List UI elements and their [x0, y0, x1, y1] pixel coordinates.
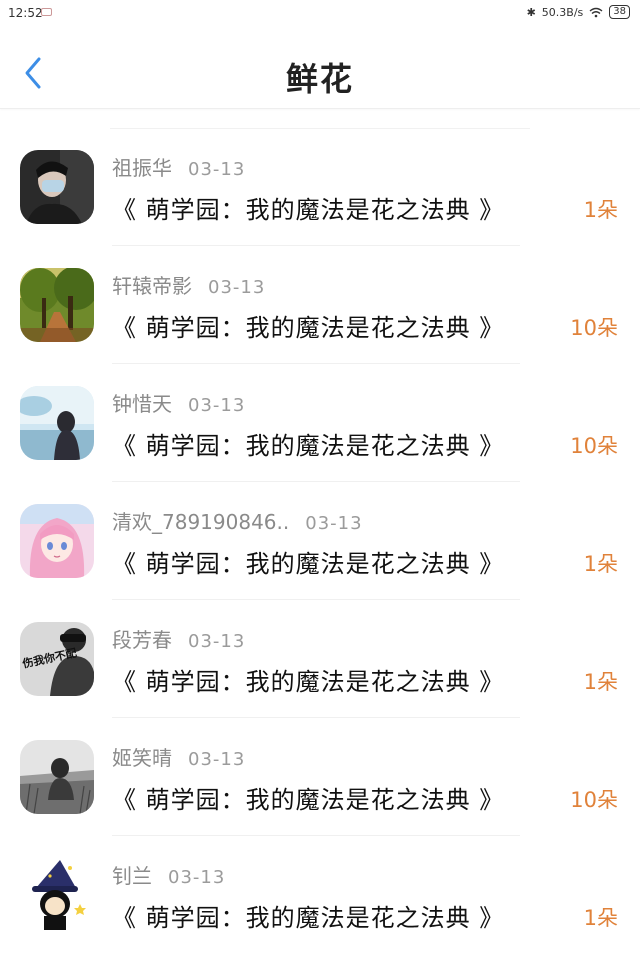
list-item[interactable]: 轩辕帝影 03-13 《 萌学园：我的魔法是花之法典 》 10朵: [0, 246, 640, 364]
user-name[interactable]: 祖振华: [112, 156, 172, 180]
record-date: 03-13: [188, 395, 246, 416]
list-item[interactable]: 伤我你不配 段芳春 03-13 《 萌学园：我的魔法是花之法典 》 1朵: [0, 600, 640, 718]
avatar[interactable]: 伤我你不配: [20, 622, 94, 696]
flower-amount: 10朵: [570, 316, 618, 340]
record-date: 03-13: [188, 159, 246, 180]
user-name[interactable]: 清欢_789190846..: [112, 510, 289, 534]
record-date: 03-13: [188, 631, 246, 652]
avatar[interactable]: [20, 740, 94, 814]
flower-amount: 1朵: [583, 670, 618, 694]
avatar[interactable]: [20, 504, 94, 578]
flower-amount: 1朵: [583, 906, 618, 930]
book-title[interactable]: 《 萌学园：我的魔法是花之法典 》: [112, 544, 504, 579]
avatar[interactable]: [20, 858, 94, 932]
book-title[interactable]: 《 萌学园：我的魔法是花之法典 》: [112, 662, 504, 697]
wifi-icon: [589, 7, 603, 17]
record-date: 03-13: [305, 513, 363, 534]
list-item[interactable]: 钊兰 03-13 《 萌学园：我的魔法是花之法典 》 1朵: [0, 836, 640, 954]
list-item[interactable]: 祖振华 03-13 《 萌学园：我的魔法是花之法典 》 1朵: [0, 128, 640, 246]
flower-amount: 10朵: [570, 788, 618, 812]
user-info: 钟惜天 03-13: [112, 388, 245, 417]
record-date: 03-13: [208, 277, 266, 298]
book-title[interactable]: 《 萌学园：我的魔法是花之法典 》: [112, 308, 504, 343]
record-date: 03-13: [168, 867, 226, 888]
user-info: 轩辕帝影 03-13: [112, 270, 265, 299]
user-name[interactable]: 钟惜天: [112, 392, 172, 416]
book-title[interactable]: 《 萌学园：我的魔法是花之法典 》: [112, 780, 504, 815]
record-date: 03-13: [188, 749, 246, 770]
notification-icon: [41, 8, 52, 16]
page-title: 鲜花: [285, 60, 354, 98]
user-info: 姬笑晴 03-13: [112, 742, 245, 771]
avatar[interactable]: [20, 386, 94, 460]
flower-record-list: 祖振华 03-13 《 萌学园：我的魔法是花之法典 》 1朵 轩辕帝影 03-13 《 萌…: [0, 128, 640, 954]
header-bar: 鲜花: [0, 26, 640, 109]
network-speed: 50.3B/s: [541, 5, 584, 19]
list-item[interactable]: 姬笑晴 03-13 《 萌学园：我的魔法是花之法典 》 10朵: [0, 718, 640, 836]
user-info: 清欢_789190846.. 03-13: [112, 506, 363, 535]
user-name[interactable]: 段芳春: [112, 628, 172, 652]
bluetooth-icon: ✱: [526, 5, 536, 19]
list-item[interactable]: 钟惜天 03-13 《 萌学园：我的魔法是花之法典 》 10朵: [0, 364, 640, 482]
book-title[interactable]: 《 萌学园：我的魔法是花之法典 》: [112, 898, 504, 933]
user-name[interactable]: 轩辕帝影: [112, 274, 192, 298]
user-name[interactable]: 姬笑晴: [112, 746, 172, 770]
flower-amount: 1朵: [583, 552, 618, 576]
avatar[interactable]: [20, 268, 94, 342]
flower-amount: 10朵: [570, 434, 618, 458]
status-bar: 12:52 ✱ 50.3B/s 38: [0, 0, 640, 26]
status-time: 12:52: [8, 6, 43, 20]
flower-amount: 1朵: [583, 198, 618, 222]
user-info: 段芳春 03-13: [112, 624, 245, 653]
book-title[interactable]: 《 萌学园：我的魔法是花之法典 》: [112, 426, 504, 461]
status-right: ✱ 50.3B/s 38: [527, 5, 630, 19]
user-info: 钊兰 03-13: [112, 860, 225, 889]
list-item[interactable]: 清欢_789190846.. 03-13 《 萌学园：我的魔法是花之法典 》 1朵: [0, 482, 640, 600]
book-title[interactable]: 《 萌学园：我的魔法是花之法典 》: [112, 190, 504, 225]
avatar[interactable]: [20, 150, 94, 224]
battery-indicator: 38: [609, 5, 630, 19]
user-info: 祖振华 03-13: [112, 152, 245, 181]
user-name[interactable]: 钊兰: [112, 864, 152, 888]
